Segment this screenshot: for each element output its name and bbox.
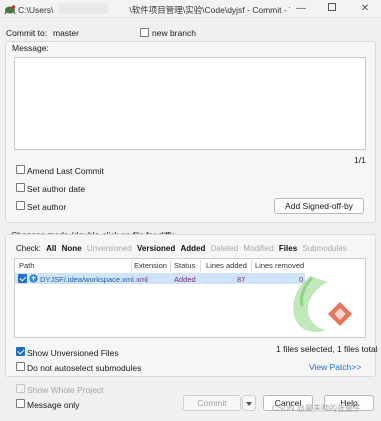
message-label: Message: bbox=[12, 43, 49, 53]
message-only-checkbox[interactable] bbox=[16, 399, 25, 408]
filter-deleted-link[interactable]: Deleted bbox=[211, 244, 239, 253]
message-only-label: Message only bbox=[27, 400, 80, 410]
window-title-prefix: C:\Users\ bbox=[18, 5, 54, 15]
minimize-icon: — bbox=[296, 3, 306, 14]
message-editor[interactable] bbox=[14, 57, 366, 150]
csdn-watermark: CSDN @黑夫帅的张龍子 bbox=[272, 404, 362, 413]
filter-none-link[interactable]: None bbox=[62, 244, 82, 253]
check-label: Check: bbox=[16, 244, 41, 253]
view-patch-link[interactable]: View Patch>> bbox=[309, 362, 361, 372]
chevron-down-icon bbox=[246, 401, 252, 406]
set-author-date-checkbox[interactable] bbox=[16, 183, 25, 192]
file-extension: .xml bbox=[134, 275, 148, 284]
file-lines-added: 87 bbox=[237, 275, 246, 284]
do-not-autoselect-label: Do not autoselect submodules bbox=[27, 363, 142, 373]
new-branch-checkbox[interactable] bbox=[140, 28, 149, 37]
add-signed-off-by-button[interactable]: Add Signed-off-by bbox=[274, 198, 364, 214]
window-title-suffix: \软件项目管理\实验\Code\dyjsf - Commit - Tortois… bbox=[129, 5, 290, 15]
commit-to-branch: master bbox=[53, 28, 79, 38]
set-author-checkbox[interactable] bbox=[16, 201, 25, 210]
do-not-autoselect-checkbox[interactable] bbox=[16, 362, 25, 371]
minimize-button[interactable]: — bbox=[290, 2, 312, 16]
column-header-path[interactable]: Path bbox=[19, 261, 34, 270]
added-file-icon bbox=[29, 274, 38, 283]
filter-versioned-link[interactable]: Versioned bbox=[137, 244, 175, 253]
show-unversioned-checkbox[interactable] bbox=[16, 347, 25, 356]
column-separator bbox=[251, 260, 252, 272]
message-line-position: 1/1 bbox=[354, 155, 366, 165]
set-author-label: Set author bbox=[27, 202, 67, 212]
column-separator bbox=[170, 260, 171, 272]
filter-unversioned-link[interactable]: Unversioned bbox=[87, 244, 132, 253]
close-button[interactable]: ✕ bbox=[354, 2, 376, 16]
file-status: Added bbox=[174, 275, 196, 284]
new-branch-label: new branch bbox=[152, 28, 196, 38]
check-filter-bar: Check: All None Unversioned Versioned Ad… bbox=[16, 244, 350, 253]
commit-dropdown-button[interactable] bbox=[242, 395, 256, 411]
tortoisegit-logo-watermark bbox=[293, 276, 352, 332]
set-author-date-label: Set author date bbox=[27, 184, 86, 194]
column-header-extension[interactable]: Extension bbox=[134, 261, 167, 270]
show-whole-project-label: Show Whole Project bbox=[27, 385, 104, 395]
filter-files-link[interactable]: Files bbox=[279, 244, 297, 253]
redacted-username bbox=[58, 3, 108, 14]
show-unversioned-label: Show Unversioned Files bbox=[27, 348, 119, 358]
column-header-lines-added[interactable]: Lines added bbox=[206, 261, 247, 270]
close-icon: ✕ bbox=[360, 3, 370, 14]
column-header-status[interactable]: Status bbox=[174, 261, 195, 270]
maximize-icon bbox=[328, 3, 336, 11]
file-path: DYJSF/.idea/workspace.xml bbox=[40, 275, 134, 284]
amend-last-commit-label: Amend Last Commit bbox=[27, 166, 104, 176]
column-separator bbox=[131, 260, 132, 272]
column-separator bbox=[200, 260, 201, 272]
amend-last-commit-checkbox[interactable] bbox=[16, 165, 25, 174]
commit-button[interactable]: Commit bbox=[183, 395, 241, 411]
title-bar: C:\Users\ \软件项目管理\实验\Code\dyjsf - Commit … bbox=[0, 0, 381, 18]
files-selection-summary: 1 files selected, 1 files total bbox=[276, 344, 378, 354]
commit-to-label: Commit to: bbox=[6, 28, 48, 38]
maximize-button[interactable] bbox=[321, 2, 343, 16]
filter-added-link[interactable]: Added bbox=[180, 244, 205, 253]
filter-all-link[interactable]: All bbox=[46, 244, 56, 253]
column-header-lines-removed[interactable]: Lines removed bbox=[255, 261, 304, 270]
file-row-checkbox[interactable] bbox=[18, 274, 27, 283]
filter-modified-link[interactable]: Modified bbox=[243, 244, 273, 253]
filter-submodules-link[interactable]: Submodules bbox=[302, 244, 346, 253]
show-whole-project-checkbox[interactable] bbox=[16, 384, 25, 393]
tortoisegit-app-icon bbox=[4, 5, 16, 15]
